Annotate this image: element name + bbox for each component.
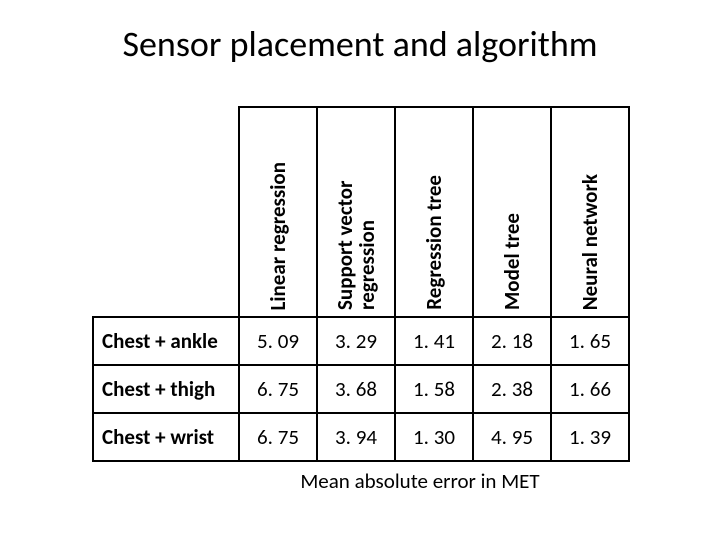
row-label: Chest + wrist — [93, 413, 239, 461]
caption-text: Mean absolute error in MET — [0, 468, 720, 494]
cell-value: 1. 58 — [395, 365, 473, 413]
col-header-model-tree: Model tree — [473, 107, 551, 317]
cell-value: 5. 09 — [239, 317, 317, 365]
table-corner-cell — [93, 107, 239, 317]
cell-value: 2. 38 — [473, 365, 551, 413]
cell-value: 3. 94 — [317, 413, 395, 461]
results-table-container: Linear regression Support vector regress… — [92, 106, 628, 462]
page-title: Sensor placement and algorithm — [0, 22, 720, 66]
table-row: Chest + wrist 6. 75 3. 94 1. 30 4. 95 1.… — [93, 413, 629, 461]
row-label: Chest + ankle — [93, 317, 239, 365]
col-header-label: Neural network — [579, 174, 601, 310]
table-header-row: Linear regression Support vector regress… — [93, 107, 629, 317]
cell-value: 1. 39 — [551, 413, 629, 461]
col-header-label: Regression tree — [423, 175, 445, 310]
table-row: Chest + thigh 6. 75 3. 68 1. 58 2. 38 1.… — [93, 365, 629, 413]
cell-value: 6. 75 — [239, 365, 317, 413]
cell-value: 1. 66 — [551, 365, 629, 413]
cell-value: 3. 29 — [317, 317, 395, 365]
col-header-regression-tree: Regression tree — [395, 107, 473, 317]
results-table: Linear regression Support vector regress… — [92, 106, 630, 462]
cell-value: 1. 65 — [551, 317, 629, 365]
cell-value: 3. 68 — [317, 365, 395, 413]
cell-value: 1. 30 — [395, 413, 473, 461]
col-header-svr: Support vector regression — [317, 107, 395, 317]
cell-value: 4. 95 — [473, 413, 551, 461]
col-header-label: Linear regression — [267, 162, 289, 311]
col-header-label: Model tree — [501, 213, 523, 310]
col-header-neural-network: Neural network — [551, 107, 629, 317]
col-header-linear-regression: Linear regression — [239, 107, 317, 317]
row-label: Chest + thigh — [93, 365, 239, 413]
table-row: Chest + ankle 5. 09 3. 29 1. 41 2. 18 1.… — [93, 317, 629, 365]
cell-value: 6. 75 — [239, 413, 317, 461]
col-header-label: Support vector regression — [334, 108, 378, 310]
cell-value: 1. 41 — [395, 317, 473, 365]
slide: Sensor placement and algorithm Linear re… — [0, 0, 720, 540]
cell-value: 2. 18 — [473, 317, 551, 365]
